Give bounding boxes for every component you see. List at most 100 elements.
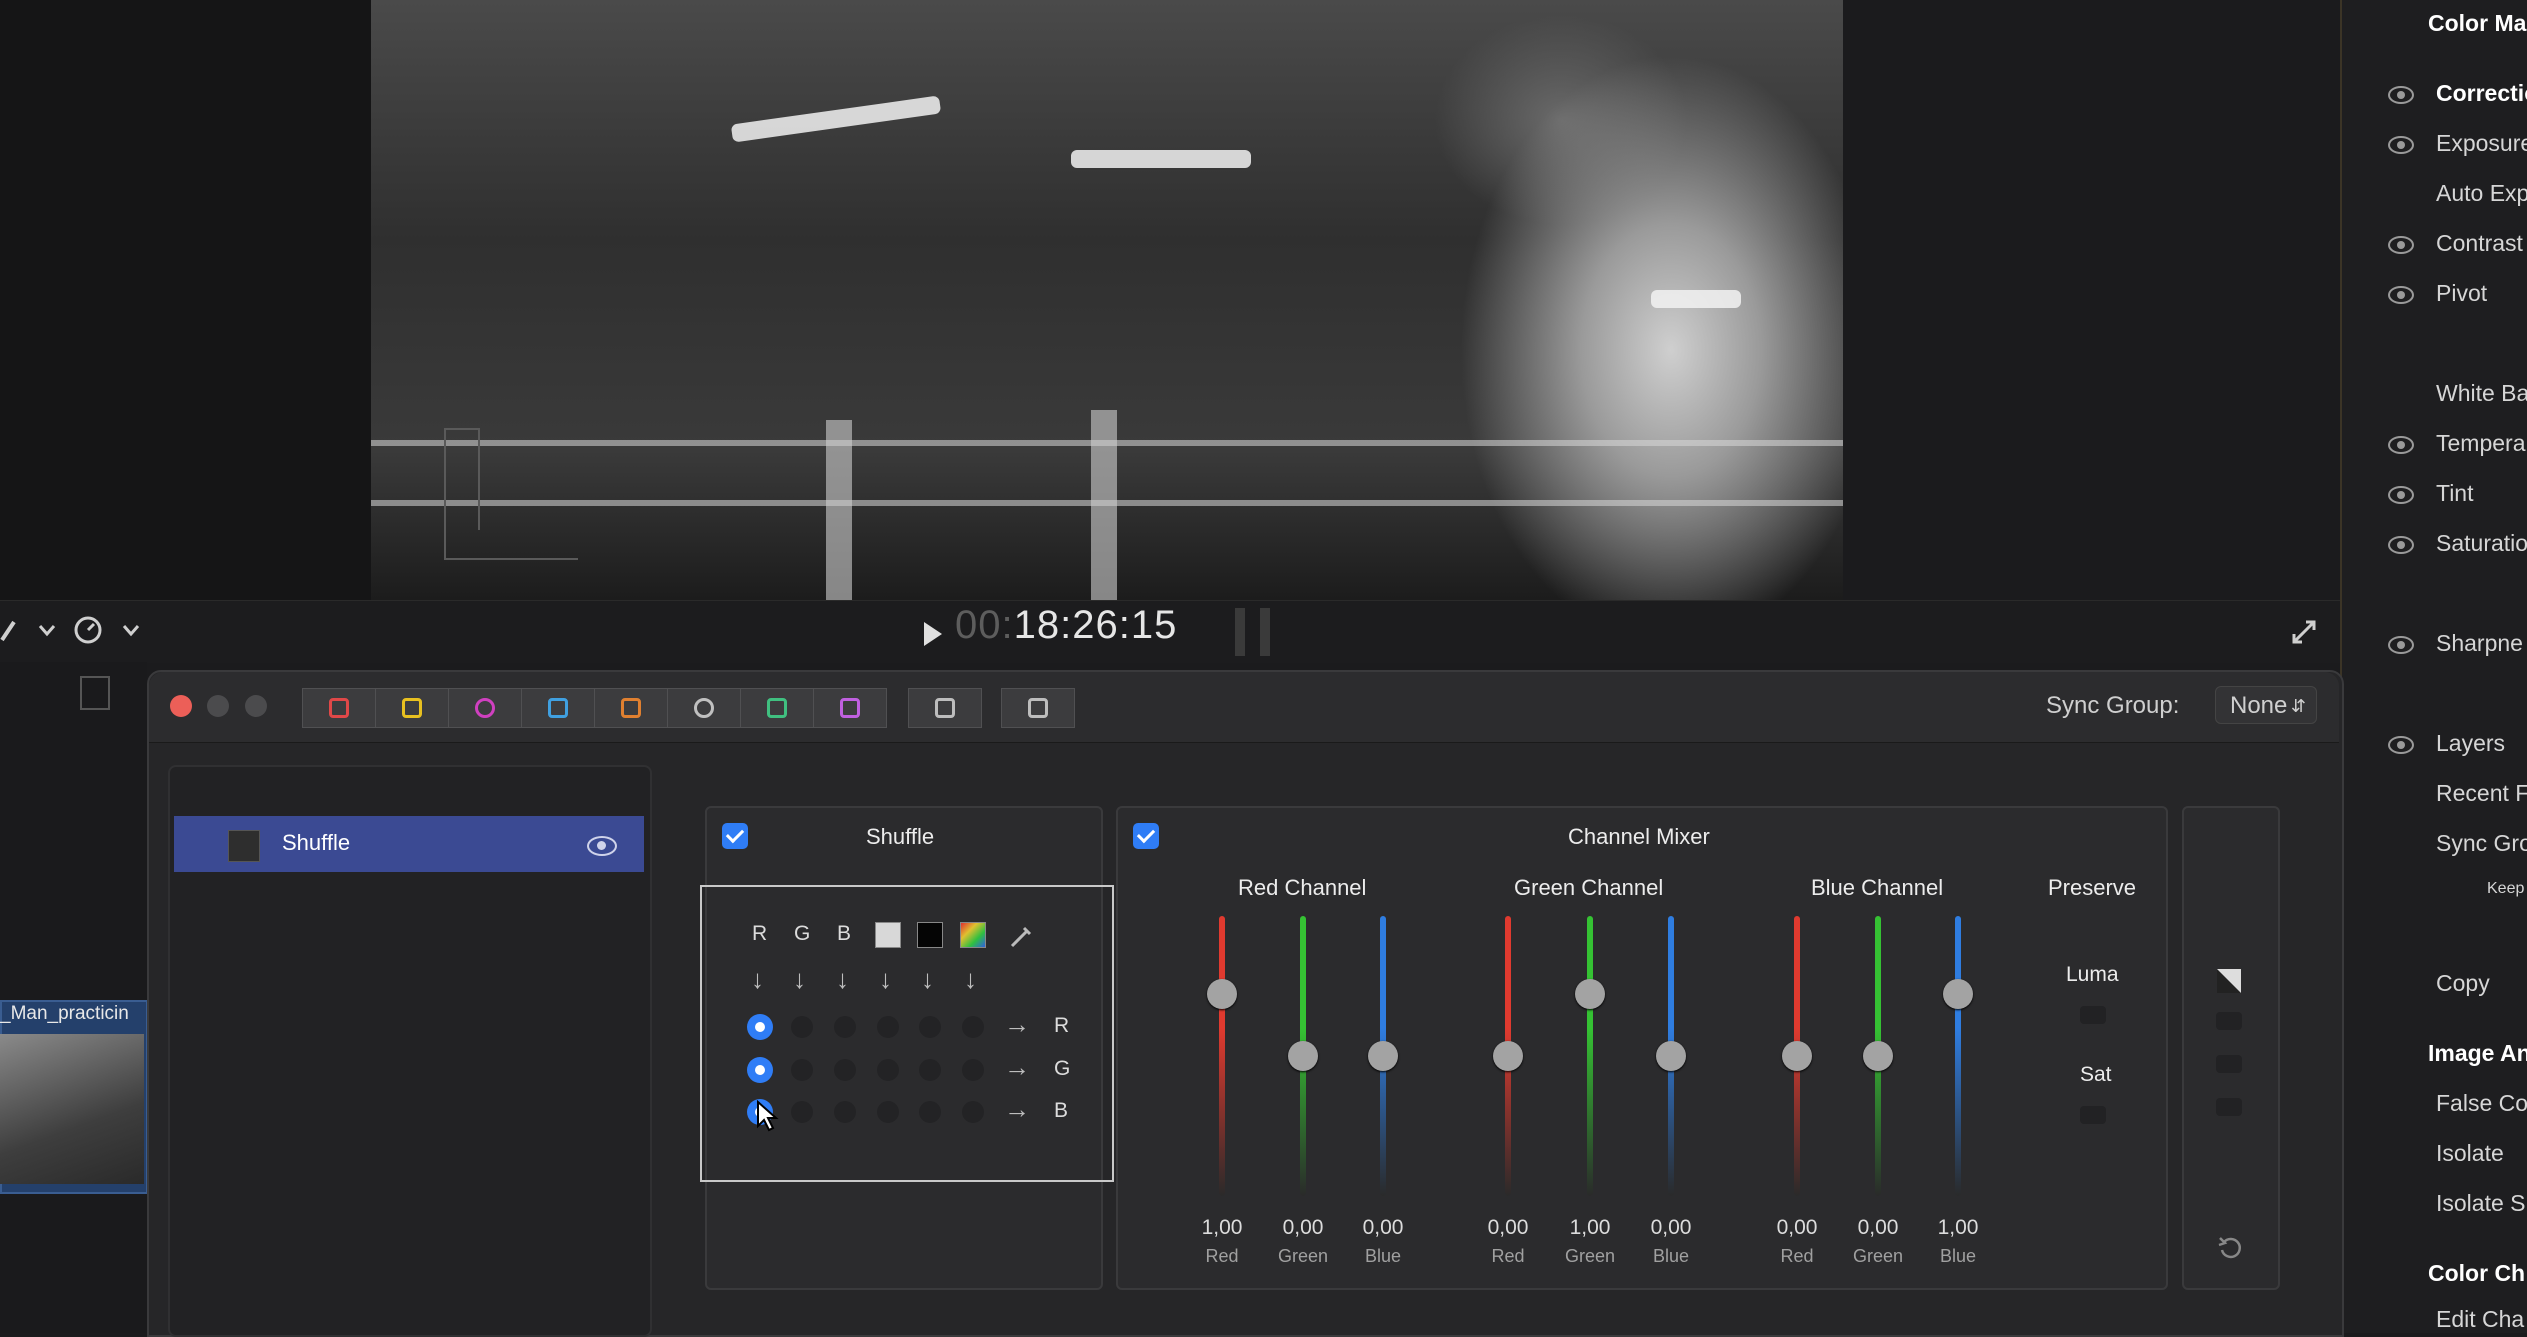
- inspector-row-18[interactable]: Isolate: [2436, 1140, 2504, 1167]
- channel-value[interactable]: 1,00: [1550, 1216, 1630, 1240]
- channel-value[interactable]: 0,00: [1343, 1216, 1423, 1240]
- inspector-row-5[interactable]: Pivot: [2436, 280, 2487, 307]
- channel-slider-knob[interactable]: [1207, 979, 1237, 1009]
- close-window-button[interactable]: [170, 695, 192, 717]
- minimize-window-button[interactable]: [207, 695, 229, 717]
- shuffle-radio[interactable]: [962, 1016, 984, 1038]
- channel-slider-knob[interactable]: [1493, 1041, 1523, 1071]
- inspector-row-12[interactable]: Recent F: [2436, 780, 2527, 807]
- shuffle-radio[interactable]: [747, 1014, 773, 1040]
- shuffle-radio[interactable]: [919, 1059, 941, 1081]
- channel-value[interactable]: 1,00: [1182, 1216, 1262, 1240]
- shuffle-radio[interactable]: [834, 1059, 856, 1081]
- eyedropper-icon[interactable]: [1008, 922, 1036, 950]
- channel-slider-track[interactable]: [1955, 916, 1961, 1196]
- inspector-row-4[interactable]: Contrast: [2436, 230, 2523, 257]
- channel-slider-knob[interactable]: [1368, 1041, 1398, 1071]
- channel-slider-knob[interactable]: [1288, 1041, 1318, 1071]
- inspector-row-21[interactable]: Edit Cha: [2436, 1306, 2524, 1333]
- shuffle-radio[interactable]: [962, 1101, 984, 1123]
- inspector-row-7[interactable]: Tempera: [2436, 430, 2525, 457]
- curves-button[interactable]: [375, 688, 449, 728]
- inspector-row-16[interactable]: Image An: [2428, 1040, 2527, 1067]
- mask-option-1[interactable]: [2216, 1012, 2242, 1030]
- inspector-row-8[interactable]: Tint: [2436, 480, 2474, 507]
- shuffle-radio[interactable]: [962, 1059, 984, 1081]
- channel-value-label: Red: [1182, 1246, 1262, 1267]
- mask-option-3[interactable]: [2216, 1098, 2242, 1116]
- shuffle-radio[interactable]: [834, 1101, 856, 1123]
- channel-value-label: Green: [1263, 1246, 1343, 1267]
- shuffle-radio[interactable]: [877, 1101, 899, 1123]
- inspector-row-3[interactable]: Auto Exp: [2436, 180, 2527, 207]
- channel-slider-knob[interactable]: [1782, 1041, 1812, 1071]
- reset-icon[interactable]: [2218, 1236, 2242, 1260]
- inspector-row-2[interactable]: Exposure: [2436, 130, 2527, 157]
- shuffle-radio[interactable]: [877, 1059, 899, 1081]
- visibility-eye-icon[interactable]: [2388, 286, 2414, 304]
- inspector-row-20[interactable]: Color Ch: [2428, 1260, 2525, 1287]
- channel-slider-knob[interactable]: [1575, 979, 1605, 1009]
- visibility-eye-icon[interactable]: [2388, 436, 2414, 454]
- channels-button[interactable]: [813, 688, 887, 728]
- inspector-row-15[interactable]: Copy: [2436, 970, 2490, 997]
- levels-button[interactable]: [521, 688, 595, 728]
- preserve-sat-toggle[interactable]: [2080, 1106, 2106, 1124]
- tool-selector-icon[interactable]: [0, 612, 150, 648]
- channel-slider-track[interactable]: [1587, 916, 1593, 1196]
- scopes-button[interactable]: [740, 688, 814, 728]
- shuffle-radio[interactable]: [877, 1016, 899, 1038]
- folder-button[interactable]: [908, 688, 982, 728]
- channel-value[interactable]: 1,00: [1918, 1216, 1998, 1240]
- inspector-row-13[interactable]: Sync Gro: [2436, 830, 2527, 857]
- visibility-eye-icon[interactable]: [2388, 736, 2414, 754]
- channel-value[interactable]: 0,00: [1631, 1216, 1711, 1240]
- preserve-luma-toggle[interactable]: [2080, 1006, 2106, 1024]
- visibility-eye-icon[interactable]: [2388, 636, 2414, 654]
- inspector-row-6[interactable]: White Ba: [2436, 380, 2527, 407]
- shuffle-radio[interactable]: [834, 1016, 856, 1038]
- visibility-eye-icon[interactable]: [2388, 536, 2414, 554]
- sync-group-select[interactable]: None⇵: [2215, 686, 2317, 724]
- shuffle-radio[interactable]: [791, 1059, 813, 1081]
- channel-slider-knob[interactable]: [1863, 1041, 1893, 1071]
- layer-visibility-eye-icon[interactable]: [587, 836, 617, 856]
- shuffle-radio[interactable]: [791, 1016, 813, 1038]
- inspector-row-11[interactable]: Layers: [2436, 730, 2505, 757]
- shuffle-radio[interactable]: [919, 1101, 941, 1123]
- zoom-window-button[interactable]: [245, 695, 267, 717]
- channel-slider-knob[interactable]: [1656, 1041, 1686, 1071]
- color-balance-button[interactable]: [667, 688, 741, 728]
- mask-icon[interactable]: [2216, 968, 2242, 994]
- hue-button[interactable]: [448, 688, 522, 728]
- shuffle-radio[interactable]: [791, 1101, 813, 1123]
- mask-option-2[interactable]: [2216, 1055, 2242, 1073]
- shuffle-radio[interactable]: [919, 1016, 941, 1038]
- visibility-eye-icon[interactable]: [2388, 136, 2414, 154]
- color-wheels-button[interactable]: [302, 688, 376, 728]
- inspector-row-9[interactable]: Saturatio: [2436, 530, 2527, 557]
- inspector-row-19[interactable]: Isolate S: [2436, 1190, 2526, 1217]
- shuffle-enable-checkbox[interactable]: [722, 823, 748, 849]
- channel-slider-track[interactable]: [1219, 916, 1225, 1196]
- channel-value[interactable]: 0,00: [1838, 1216, 1918, 1240]
- play-icon[interactable]: [920, 620, 944, 648]
- visibility-eye-icon[interactable]: [2388, 486, 2414, 504]
- visibility-eye-icon[interactable]: [2388, 236, 2414, 254]
- channel-value[interactable]: 0,00: [1263, 1216, 1343, 1240]
- inspector-row-14[interactable]: Keep: [2487, 880, 2524, 898]
- down-arrow-icon: ↓: [921, 964, 934, 995]
- channel-value[interactable]: 0,00: [1757, 1216, 1837, 1240]
- lut-button[interactable]: [594, 688, 668, 728]
- channel-slider-knob[interactable]: [1943, 979, 1973, 1009]
- visibility-eye-icon[interactable]: [2388, 86, 2414, 104]
- shuffle-radio[interactable]: [747, 1057, 773, 1083]
- inspector-row-1[interactable]: Correction: [2436, 80, 2527, 107]
- inspector-row-0[interactable]: Color Ma: [2428, 10, 2526, 37]
- channel-value[interactable]: 0,00: [1468, 1216, 1548, 1240]
- fullscreen-icon[interactable]: [2290, 618, 2318, 646]
- inspector-row-10[interactable]: Sharpne: [2436, 630, 2523, 657]
- inspector-row-17[interactable]: False Co: [2436, 1090, 2527, 1117]
- grid-button[interactable]: [1001, 688, 1075, 728]
- channel-mixer-enable-checkbox[interactable]: [1133, 823, 1159, 849]
